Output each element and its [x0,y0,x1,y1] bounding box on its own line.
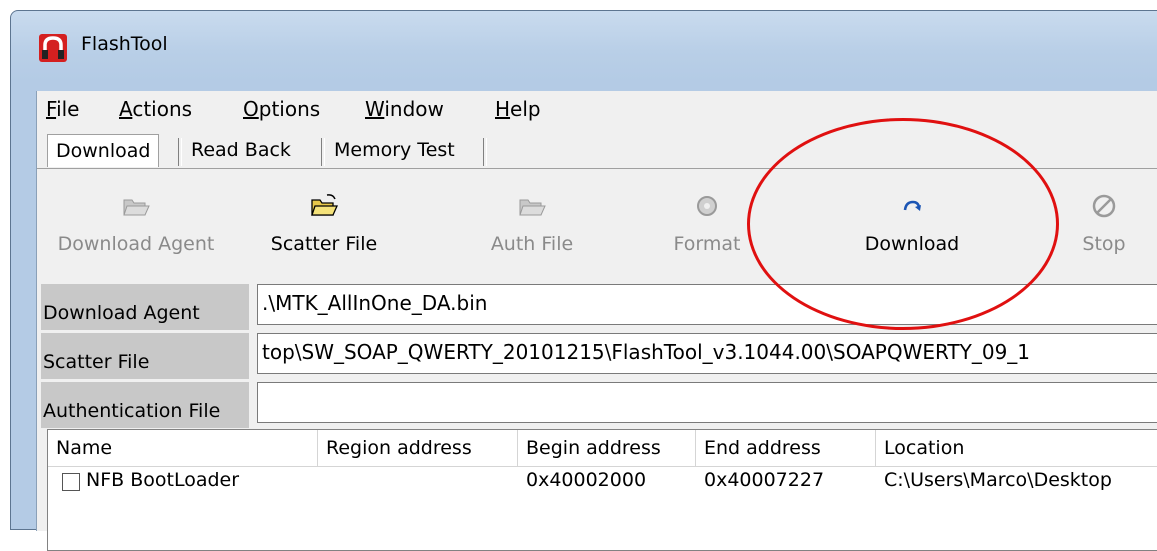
cell-location: C:\Users\Marco\Desktop [884,469,1112,491]
scatter-file-button[interactable]: Scatter File [259,191,389,255]
auth-file-button[interactable]: Auth File [477,191,587,255]
download-agent-label: Download Agent [57,233,215,255]
column-header-begin-address[interactable]: Begin address [518,430,696,466]
partition-table: Name Region address Begin address End ad… [47,429,1157,551]
download-agent-button[interactable]: Download Agent [41,191,231,255]
stop-label: Stop [1082,233,1126,255]
authentication-file-field-label: Authentication File [41,382,249,428]
menu-help[interactable]: Help [495,97,541,121]
scatter-file-field-label: Scatter File [41,333,249,379]
stop-icon [1092,194,1116,218]
scatter-file-label: Scatter File [270,233,378,255]
menu-file[interactable]: File [46,97,79,121]
tab-separator [483,138,487,166]
tab-download[interactable]: Download [47,134,160,167]
cell-end-address: 0x40007227 [704,469,825,491]
menu-bar: File Actions Options Window Help [37,91,1157,127]
open-folder-icon [311,194,339,216]
scatter-file-field[interactable]: top\SW_SOAP_QWERTY_20101215\FlashTool_v3… [257,333,1157,374]
column-header-location[interactable]: Location [876,430,1157,466]
authentication-file-row: Authentication File [37,382,1157,428]
column-header-end-address[interactable]: End address [696,430,876,466]
format-button[interactable]: Format [667,191,747,255]
format-label: Format [673,233,741,255]
table-header: Name Region address Begin address End ad… [48,430,1157,467]
cell-name: NFB BootLoader [86,469,240,491]
open-folder-icon [123,199,150,216]
stop-button[interactable]: Stop [1069,191,1139,255]
title-bar[interactable]: FlashTool [11,11,1157,79]
tab-separator [321,138,325,166]
authentication-file-field[interactable] [257,382,1157,423]
auth-file-label: Auth File [490,233,574,255]
tab-separator [178,138,182,166]
menu-window[interactable]: Window [365,97,444,121]
row-checkbox[interactable] [62,473,80,491]
menu-actions[interactable]: Actions [119,97,192,121]
window-title: FlashTool [81,33,168,55]
tab-memory-test[interactable]: Memory Test [326,134,463,167]
column-header-region-address[interactable]: Region address [318,430,518,466]
red-highlight-ellipse [747,118,1059,330]
flashtool-app-icon [39,34,67,62]
column-header-name[interactable]: Name [48,430,318,466]
download-agent-field-label: Download Agent [41,284,249,330]
open-folder-icon [519,199,546,216]
table-row[interactable]: NFB BootLoader 0x40002000 0x40007227 C:\… [48,467,1157,497]
tab-read-back[interactable]: Read Back [183,134,299,167]
menu-options[interactable]: Options [243,97,320,121]
cell-begin-address: 0x40002000 [526,469,647,491]
format-icon [697,196,717,216]
scatter-file-row: Scatter File top\SW_SOAP_QWERTY_20101215… [37,333,1157,379]
